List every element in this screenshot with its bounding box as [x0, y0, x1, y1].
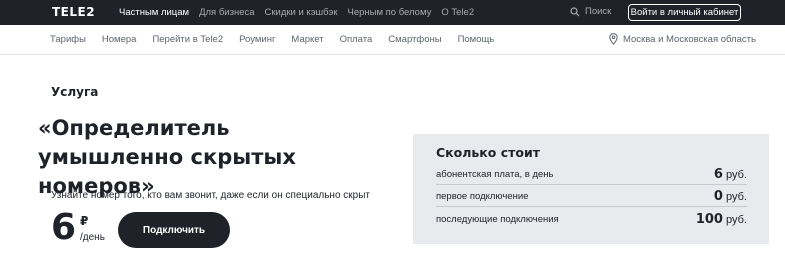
sub-nav-item-market[interactable]: Маркет	[291, 34, 323, 45]
cost-row: последующие подключения 100 руб.	[436, 207, 747, 229]
top-nav-item-business[interactable]: Для бизнеса	[199, 7, 254, 18]
cost-row: первое подключение 0 руб.	[436, 185, 747, 207]
tele2-logo[interactable]: TELE2	[52, 5, 95, 19]
sub-nav-item-tariffs[interactable]: Тарифы	[50, 34, 86, 45]
cost-panel: Сколько стоит абонентская плата, в день …	[413, 134, 769, 244]
top-nav: Частным лицам Для бизнеса Скидки и кэшбэ…	[119, 7, 484, 18]
cost-row: абонентская плата, в день 6 руб.	[436, 163, 747, 185]
search-button[interactable]: Поиск	[570, 6, 611, 17]
login-button[interactable]: Войти в личный кабинет	[628, 4, 741, 21]
service-kicker: Услуга	[51, 85, 99, 99]
cost-row-label: первое подключение	[436, 191, 529, 202]
top-bar: TELE2 Частным лицам Для бизнеса Скидки и…	[0, 0, 785, 25]
connect-button[interactable]: Подключить	[118, 212, 230, 248]
cost-row-label: абонентская плата, в день	[436, 169, 554, 180]
top-nav-item-private[interactable]: Частным лицам	[119, 7, 189, 18]
sub-nav-item-numbers[interactable]: Номера	[102, 34, 137, 45]
region-label: Москва и Московская область	[623, 33, 756, 45]
sub-nav-item-payment[interactable]: Оплата	[340, 34, 373, 45]
cost-row-unit: руб.	[726, 169, 747, 181]
region-selector[interactable]: Москва и Московская область	[609, 33, 756, 45]
cost-title: Сколько стоит	[436, 145, 540, 160]
cost-row-label: последующие подключения	[436, 214, 559, 225]
sub-nav-item-roaming[interactable]: Роуминг	[239, 34, 275, 45]
sub-nav-item-switch[interactable]: Перейти в Tele2	[152, 34, 223, 45]
cost-row-unit: руб.	[726, 214, 747, 226]
price-unit: /день	[80, 232, 105, 243]
location-pin-icon	[609, 33, 618, 45]
cost-row-amount: 0	[713, 189, 723, 204]
top-nav-item-about[interactable]: О Tele2	[441, 7, 474, 18]
cost-row-value: 100 руб.	[696, 212, 747, 227]
cost-row-value: 0 руб.	[714, 189, 747, 204]
cost-row-value: 6 руб.	[714, 167, 747, 182]
sub-nav-items: Тарифы Номера Перейти в Tele2 Роуминг Ма…	[50, 34, 510, 45]
top-nav-item-black-white[interactable]: Черным по белому	[348, 7, 432, 18]
cost-row-amount: 6	[713, 167, 723, 182]
page-title: «Определитель умышленно скрытых номеров»	[38, 116, 296, 198]
cost-row-unit: руб.	[726, 191, 747, 203]
search-label: Поиск	[585, 6, 612, 17]
search-icon	[570, 6, 580, 16]
cost-row-amount: 100	[695, 212, 723, 227]
price-currency: ₽	[80, 214, 89, 228]
service-description: Узнайте номер того, кто вам звонит, даже…	[51, 190, 370, 201]
sub-nav-item-smartphones[interactable]: Смартфоны	[388, 34, 441, 45]
sub-nav-item-help[interactable]: Помощь	[458, 34, 495, 45]
top-nav-item-discounts[interactable]: Скидки и кэшбэк	[265, 7, 338, 18]
sub-nav: Тарифы Номера Перейти в Tele2 Роуминг Ма…	[0, 25, 785, 55]
price-value: 6	[51, 207, 77, 248]
